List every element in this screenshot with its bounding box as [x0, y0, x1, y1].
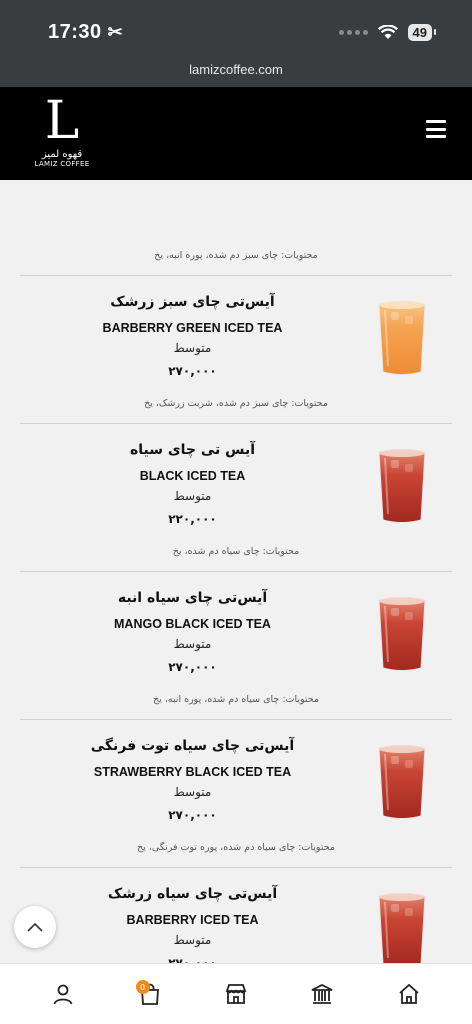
item-size: متوسط: [173, 489, 212, 503]
item-name-fa: آیس‌تی چای سیاه انبه: [117, 590, 268, 606]
item-price: ۲۷۰,۰۰۰: [168, 364, 217, 378]
bottom-nav: 0: [0, 963, 472, 1024]
item-name-fa: آیس‌تی چای سیاه توت فرنگی: [90, 738, 295, 754]
item-ingredients: محتویات: چای سبز دم شده، شربت زرشک، یخ: [144, 398, 328, 409]
menu-item[interactable]: ۲۷۰,۰۰۰ محتویات: چای سبز دم شده، پوره ان…: [20, 180, 452, 276]
logo-fa: قهوه لمیز: [41, 149, 83, 160]
item-name-en: STRAWBERRY BLACK ICED TEA: [93, 765, 292, 779]
drink-image[interactable]: [377, 596, 427, 672]
shop-icon: [225, 984, 247, 1004]
item-ingredients: محتویات: چای سبز دم شده، پوره انبه، یخ: [154, 250, 318, 261]
status-bar: 17:30 ✂ 49: [48, 18, 437, 46]
branches-button[interactable]: [302, 974, 342, 1014]
item-size: متوسط: [173, 341, 212, 355]
status-time: 17:30 ✂: [48, 21, 123, 44]
menu-item[interactable]: آیس تی چای سیاه BLACK ICED TEA متوسط ۲۲۰…: [20, 424, 452, 572]
site-header: L قهوه لمیز LAMIZ COFFEE: [0, 87, 472, 180]
menu-item[interactable]: آیس‌تی چای سیاه زرشک BARBERRY ICED TEA م…: [20, 868, 452, 963]
cart-button[interactable]: 0: [130, 974, 170, 1014]
time-text: 17:30: [48, 20, 102, 43]
logo-letter: L: [44, 91, 80, 151]
profile-icon: [53, 984, 73, 1005]
url-bar[interactable]: lamizcoffee.com: [0, 62, 472, 77]
profile-button[interactable]: [43, 974, 83, 1014]
home-button[interactable]: [389, 974, 429, 1014]
browser-chrome: 17:30 ✂ 49 lamizcoffee.com: [0, 0, 472, 87]
item-price: ۲۷۰,۰۰۰: [168, 808, 217, 822]
logo-en: LAMIZ COFFEE: [34, 160, 90, 168]
item-texts: آیس‌تی چای سیاه زرشک BARBERRY ICED TEA م…: [20, 886, 365, 963]
item-name-fa: آیس تی چای سیاه: [129, 442, 256, 458]
menu-item[interactable]: آیس‌تی چای سبز زرشک BARBERRY GREEN ICED …: [20, 276, 452, 424]
item-ingredients: محتویات: چای سیاه دم شده، پوره انبه، یخ: [152, 694, 320, 705]
shop-button[interactable]: [216, 974, 256, 1014]
item-price: ۲۲۰,۰۰۰: [168, 512, 217, 526]
item-price: ۲۷۰,۰۰۰: [168, 956, 217, 963]
drink-image[interactable]: [377, 744, 427, 820]
branches-icon: [311, 983, 333, 1004]
drink-image[interactable]: [377, 892, 427, 963]
scroll-top-button[interactable]: [14, 906, 56, 948]
wifi-icon: [377, 24, 398, 39]
menu-list[interactable]: ۲۷۰,۰۰۰ محتویات: چای سبز دم شده، پوره ان…: [8, 180, 464, 963]
item-name-fa: آیس‌تی چای سبز زرشک: [110, 294, 275, 310]
logo[interactable]: L قهوه لمیز LAMIZ COFFEE: [32, 95, 92, 168]
item-name-en: BARBERRY ICED TEA: [126, 913, 259, 927]
battery-icon: 49: [407, 23, 437, 41]
item-name-en: MANGO BLACK ICED TEA: [114, 617, 271, 631]
item-ingredients: محتویات: چای سیاه دم شده، یخ: [172, 546, 300, 557]
scissors-icon: ✂: [107, 21, 124, 42]
cart-badge: 0: [135, 980, 150, 994]
hamburger-menu-icon[interactable]: [426, 120, 446, 138]
status-right: 49: [338, 23, 437, 41]
drink-image[interactable]: [377, 448, 427, 524]
menu-item[interactable]: آیس‌تی چای سیاه توت فرنگی STRAWBERRY BLA…: [20, 720, 452, 868]
drink-image[interactable]: [377, 300, 427, 376]
item-texts: آیس‌تی چای سیاه توت فرنگی STRAWBERRY BLA…: [20, 738, 365, 822]
signal-icon: [338, 29, 368, 35]
item-size: متوسط: [173, 933, 212, 947]
item-texts: آیس تی چای سیاه BLACK ICED TEA متوسط ۲۲۰…: [20, 442, 365, 526]
item-texts: آیس‌تی چای سبز زرشک BARBERRY GREEN ICED …: [20, 294, 365, 378]
item-ingredients: محتویات: چای سیاه دم شده، پوره توت فرنگی…: [137, 842, 335, 853]
item-name-fa: آیس‌تی چای سیاه زرشک: [107, 886, 278, 902]
menu-item[interactable]: آیس‌تی چای سیاه انبه MANGO BLACK ICED TE…: [20, 572, 452, 720]
item-name-en: BARBERRY GREEN ICED TEA: [102, 321, 283, 335]
item-texts: آیس‌تی چای سیاه انبه MANGO BLACK ICED TE…: [20, 590, 365, 674]
item-price: ۲۷۰,۰۰۰: [168, 660, 217, 674]
chevron-up-icon: [27, 922, 43, 932]
item-size: متوسط: [173, 637, 212, 651]
item-size: متوسط: [173, 785, 212, 799]
item-name-en: BLACK ICED TEA: [139, 469, 246, 483]
home-icon: [399, 983, 419, 1004]
